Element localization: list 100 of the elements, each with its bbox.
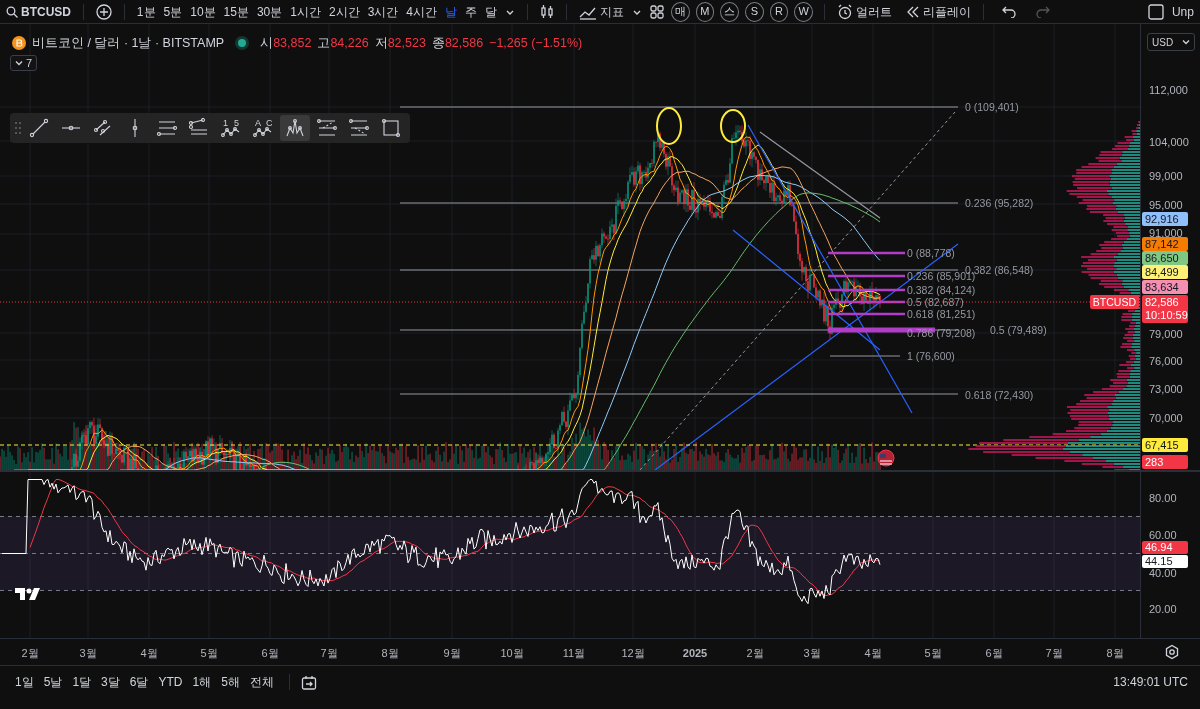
ohlc-label: 저 xyxy=(374,35,388,52)
fib-level-label: 0.5 (79,489) xyxy=(990,324,1047,336)
rsi-tick-label: 80.00 xyxy=(1149,491,1177,505)
time-axis-label: 11월 xyxy=(562,646,586,661)
price-marker: 84,499 xyxy=(1142,265,1188,279)
symbol-search-button[interactable]: BTCUSD xyxy=(2,0,75,23)
range-button[interactable]: YTD xyxy=(155,673,186,691)
ohlc-value: 82,523 xyxy=(387,35,426,52)
fib-level-label: 0 (109,401) xyxy=(965,101,1019,113)
interval-button[interactable]: 10분 xyxy=(186,0,220,23)
indicators-toggle-button[interactable]: 7 xyxy=(10,55,38,71)
range-button[interactable]: 5날 xyxy=(40,673,66,691)
pattern-tool-button[interactable] xyxy=(280,115,310,141)
fib-levels-icon xyxy=(157,118,177,138)
rsi-tick-label: 60.00 xyxy=(1149,528,1177,542)
range-button[interactable]: 6달 xyxy=(126,673,152,691)
wave-tool-button[interactable]: A C xyxy=(248,115,278,141)
time-axis-label: 7월 xyxy=(1045,646,1063,661)
plus-circle-icon xyxy=(95,3,112,20)
interval-button[interactable]: 5분 xyxy=(159,0,187,23)
indicators-button[interactable]: 지표 xyxy=(574,0,628,23)
alarm-clock-icon xyxy=(837,3,854,20)
fib-level-label: 0.618 (81,251) xyxy=(907,308,976,320)
interval-button[interactable]: 1분 xyxy=(132,0,160,23)
circle-annotation xyxy=(656,107,682,145)
interval-button[interactable]: 15분 xyxy=(219,0,253,23)
rsi-tick-label: 40.00 xyxy=(1149,566,1177,580)
alert-button[interactable]: 얼러트 xyxy=(833,0,897,23)
position-icon xyxy=(349,118,369,138)
time-axis-label: 6월 xyxy=(985,646,1003,661)
interval-button[interactable]: 3시간 xyxy=(363,0,403,23)
account-button[interactable]: Unp xyxy=(1167,0,1198,23)
time-axis-label: 4월 xyxy=(140,646,158,661)
interval-button[interactable]: 달 xyxy=(481,0,502,23)
price-tick-label: 79,000 xyxy=(1149,326,1183,341)
range-button[interactable]: 1일 xyxy=(12,673,37,691)
interval-button[interactable]: 날 xyxy=(441,0,462,23)
price-marker: 92,916 xyxy=(1142,212,1188,226)
pattern-icon xyxy=(285,118,305,138)
time-axis-label: 10월 xyxy=(500,646,524,661)
range-button[interactable]: 전체 xyxy=(246,673,277,691)
ohlc-label: 시 xyxy=(260,35,274,52)
status-dot-icon xyxy=(238,39,247,48)
ohlc-label: 고 xyxy=(317,35,331,52)
fib-level-label: 1 (76,600) xyxy=(907,350,955,362)
time-axis-label: 3월 xyxy=(79,646,97,661)
rectangle-icon xyxy=(381,118,401,138)
price-change: −1,265 (−1.51%) xyxy=(489,35,583,52)
interval-button[interactable]: 4시간 xyxy=(402,0,442,23)
ohlc-value: 84,226 xyxy=(330,35,369,52)
range-button[interactable]: 1해 xyxy=(189,673,215,691)
time-axis-label: 5월 xyxy=(924,646,942,661)
interval-button[interactable]: 주 xyxy=(461,0,482,23)
ohlc-label: 종 xyxy=(431,35,445,52)
price-marker: 87,142 xyxy=(1142,237,1188,251)
price-marker: 86,650 xyxy=(1142,251,1188,265)
range-button[interactable]: 1달 xyxy=(69,673,95,691)
ohlc-value: 82,586 xyxy=(444,35,484,52)
symbol-title: 비트코인 / 달러 · 1날 · BITSTAMP xyxy=(32,35,225,52)
ohlc-value: 83,852 xyxy=(273,35,312,52)
coin-icon xyxy=(12,36,26,51)
time-axis-label: 12월 xyxy=(621,646,645,661)
square-icon xyxy=(1147,3,1164,20)
rsi-tick-label: 20.00 xyxy=(1149,602,1177,616)
time-axis-label: 2월 xyxy=(746,646,764,661)
time-axis-label: 8월 xyxy=(1106,646,1124,661)
wave-tool-button[interactable]: 1 5 xyxy=(216,115,246,141)
fib-level-line xyxy=(829,355,901,357)
fib-level-label: 0.236 (95,282) xyxy=(965,197,1034,209)
fib-level-label: 0.5 (82,687) xyxy=(907,296,964,308)
time-axis-label: 3월 xyxy=(803,646,821,661)
time-axis-label: 8월 xyxy=(381,646,399,661)
logo-icon xyxy=(15,587,41,601)
fib-level-label: 0.618 (72,430) xyxy=(965,389,1034,401)
redo-icon xyxy=(1035,5,1050,18)
circle-annotation xyxy=(720,109,746,143)
candles-icon xyxy=(539,3,554,20)
settings-button[interactable] xyxy=(1164,644,1180,660)
caret-icon xyxy=(15,59,23,67)
interval-button[interactable]: 1시간 xyxy=(286,0,325,23)
range-button[interactable]: 5해 xyxy=(218,673,243,691)
price-tick-label: 70,000 xyxy=(1149,411,1183,426)
time-axis-label: 2025 xyxy=(682,646,708,661)
channel-icon xyxy=(93,118,113,138)
replay-button[interactable]: 리플레이 xyxy=(902,0,976,23)
time-axis-label: 5월 xyxy=(200,646,218,661)
fib-extension-icon xyxy=(189,118,209,138)
price-tick-label: 99,000 xyxy=(1149,169,1183,184)
search-icon xyxy=(6,5,18,18)
drag-handle-icon xyxy=(14,121,22,135)
interval-button[interactable]: 2시간 xyxy=(325,0,364,23)
price-tick-label: 76,000 xyxy=(1149,353,1183,368)
range-button[interactable]: 3달 xyxy=(98,673,123,691)
price-tick-label: 112,000 xyxy=(1149,83,1188,97)
rsi-marker: 46.94 xyxy=(1142,541,1188,554)
rewind-icon xyxy=(906,5,921,18)
price-tick-label: 73,000 xyxy=(1149,381,1183,396)
currency-button[interactable]: USD xyxy=(1147,33,1195,51)
trend-line-icon xyxy=(29,118,49,138)
interval-button[interactable]: 30분 xyxy=(252,0,287,23)
